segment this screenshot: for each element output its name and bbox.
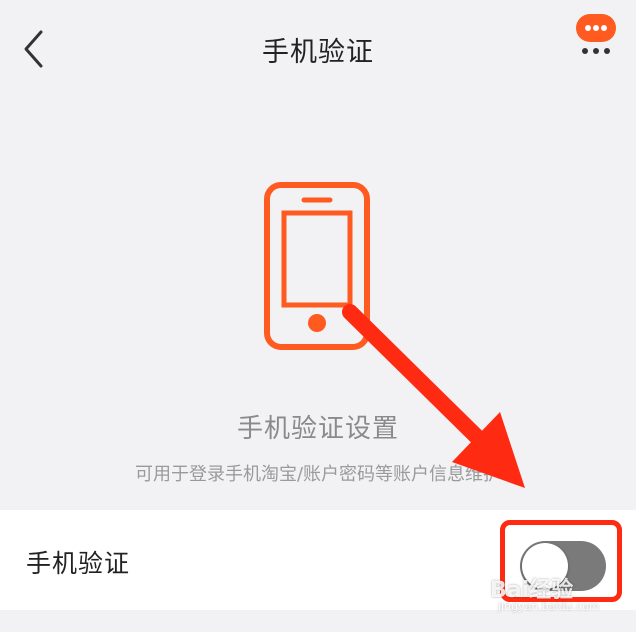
phone-verification-screen: 手机验证 手机验证设置 可用于登录手机淘宝/账户密码等账户信息维护 手机验证 B… bbox=[0, 0, 636, 632]
watermark-url: jingyan.baidu.com bbox=[498, 600, 600, 613]
